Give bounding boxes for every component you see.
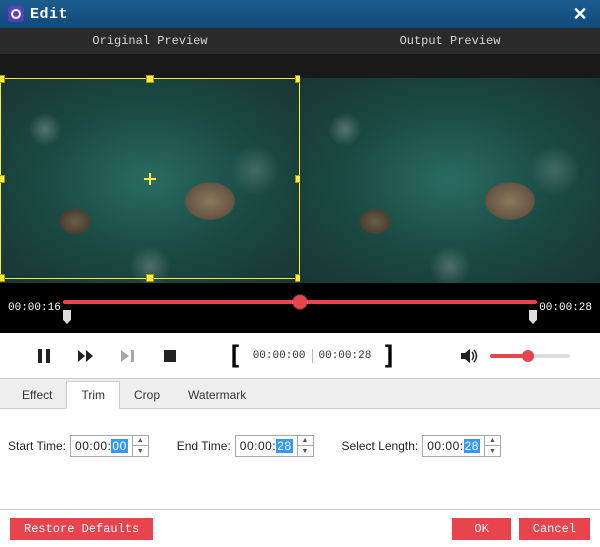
close-icon[interactable]: ✕ [568,2,592,26]
output-preview-viewport [300,54,600,283]
end-time-spinner[interactable]: ▲▼ [297,436,313,456]
select-length-field: Select Length: 00:00:28 ▲▼ [342,435,501,457]
stop-button[interactable] [156,342,184,370]
length-selection: 28 [464,439,480,453]
ok-button[interactable]: OK [452,518,510,540]
cancel-button[interactable]: Cancel [519,518,590,540]
fast-forward-button[interactable] [72,342,100,370]
restore-defaults-button[interactable]: Restore Defaults [10,518,153,540]
select-length-input[interactable]: 00:00:28 ▲▼ [422,435,501,457]
end-time-selection: 28 [276,439,292,453]
original-preview-panel: Original Preview [0,28,300,283]
volume-knob[interactable] [522,350,534,362]
original-preview-viewport[interactable] [0,54,300,283]
timeline-playhead[interactable] [293,295,307,309]
window-title: Edit [30,6,68,23]
title-bar: Edit ✕ [0,0,600,28]
start-time-label: Start Time: [8,439,66,453]
original-preview-label: Original Preview [0,28,300,54]
timeline: 00:00:16 00:00:28 [0,283,600,333]
select-length-label: Select Length: [342,439,419,453]
tab-watermark[interactable]: Watermark [174,382,260,408]
tab-bar: Effect Trim Crop Watermark [0,379,600,409]
timeline-track[interactable] [63,292,537,324]
set-range-end-button[interactable]: ] [377,341,401,371]
tab-crop[interactable]: Crop [120,382,174,408]
tab-effect[interactable]: Effect [8,382,66,408]
fast-forward-icon [78,350,94,362]
chevron-down-icon[interactable]: ▼ [485,446,500,456]
start-time-input[interactable]: 00:00:00 ▲▼ [70,435,149,457]
stop-icon [164,350,176,362]
crop-center-cross-icon[interactable] [144,173,156,185]
end-time-field: End Time: 00:00:28 ▲▼ [177,435,314,457]
select-length-spinner[interactable]: ▲▼ [484,436,500,456]
output-frame-image [300,78,600,283]
crop-rectangle[interactable] [0,78,300,279]
playback-controls: [ 00:00:00 00:00:28 ] [0,333,600,379]
length-prefix: 00:00: [427,439,463,453]
start-time-prefix: 00:00: [75,439,111,453]
chevron-up-icon[interactable]: ▲ [133,436,148,446]
end-time-prefix: 00:00: [240,439,276,453]
timeline-current-time: 00:00:16 [8,302,63,314]
footer-bar: Restore Defaults OK Cancel [0,509,600,547]
crop-handle-top-mid[interactable] [146,75,154,83]
pause-button[interactable] [30,342,58,370]
pause-icon [37,349,51,363]
timeline-end-marker[interactable] [529,310,537,324]
output-preview-panel: Output Preview [300,28,600,283]
next-frame-button[interactable] [114,342,142,370]
crop-handle-bot-mid[interactable] [146,274,154,282]
end-time-input[interactable]: 00:00:28 ▲▼ [235,435,314,457]
tab-trim[interactable]: Trim [66,381,120,409]
chevron-up-icon[interactable]: ▲ [298,436,313,446]
start-time-selection: 00 [111,439,127,453]
crop-handle-top-left[interactable] [0,75,5,83]
timeline-start-marker[interactable] [63,310,71,324]
volume-icon [461,349,479,363]
range-start-time: 00:00:00 [247,350,312,362]
output-preview-label: Output Preview [300,28,600,54]
volume-slider[interactable] [490,354,570,358]
app-icon [8,6,24,22]
start-time-field: Start Time: 00:00:00 ▲▼ [8,435,149,457]
chevron-down-icon[interactable]: ▼ [133,446,148,456]
end-time-label: End Time: [177,439,231,453]
range-end-time: 00:00:28 [313,350,378,362]
chevron-down-icon[interactable]: ▼ [298,446,313,456]
next-frame-icon [121,350,135,362]
preview-area: Original Preview Output Preview [0,28,600,283]
trim-form: Start Time: 00:00:00 ▲▼ End Time: 00:00:… [0,409,600,457]
start-time-spinner[interactable]: ▲▼ [132,436,148,456]
timeline-end-time: 00:00:28 [537,302,592,314]
crop-handle-bot-left[interactable] [0,274,5,282]
crop-handle-mid-left[interactable] [0,175,5,183]
volume-button[interactable] [456,342,484,370]
range-group: [ 00:00:00 00:00:28 ] [223,341,401,371]
chevron-up-icon[interactable]: ▲ [485,436,500,446]
set-range-start-button[interactable]: [ [223,341,247,371]
